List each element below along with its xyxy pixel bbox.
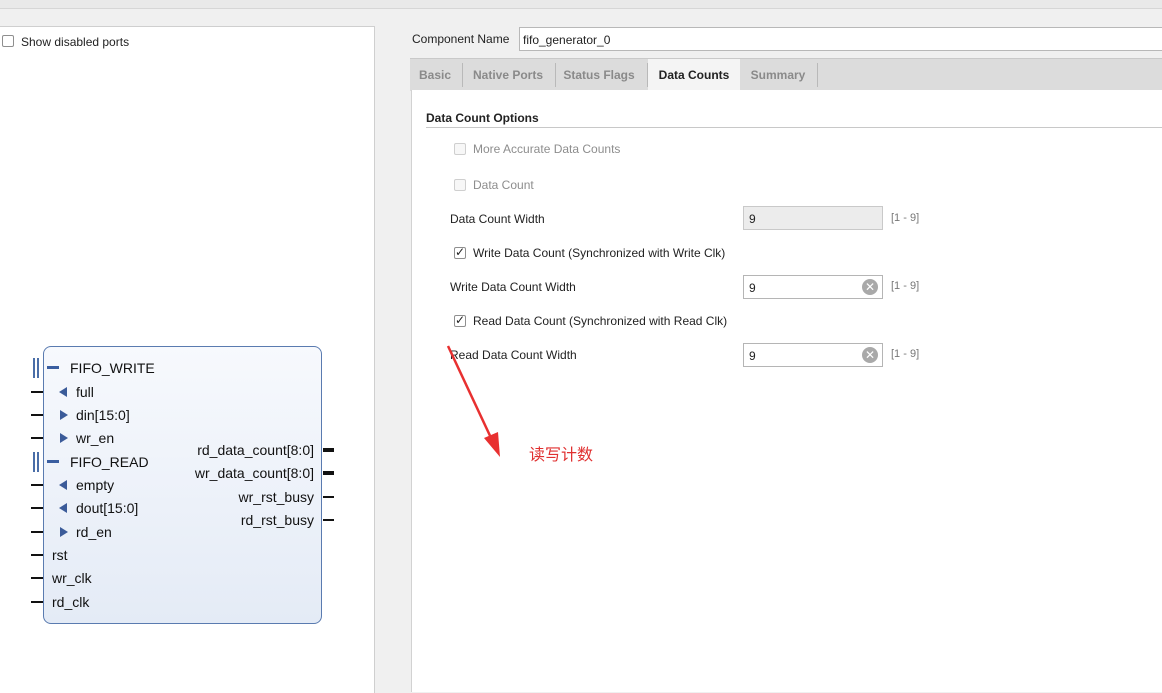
port-stub-rst <box>31 554 43 556</box>
fifo-read-bus-bar-2 <box>37 452 39 472</box>
port-stub-din <box>31 414 43 416</box>
output-arrow-icon <box>59 503 67 513</box>
port-stub-wr-rst-busy <box>323 496 334 498</box>
port-stub-rd-en <box>31 531 43 533</box>
fifo-read-bus-bar <box>33 452 35 472</box>
output-arrow-icon <box>59 480 67 490</box>
port-wr-rst-busy: wr_rst_busy <box>238 489 314 505</box>
annotation-text: 读写计数 <box>529 445 594 464</box>
port-empty: empty <box>76 477 115 493</box>
input-arrow-icon <box>60 527 68 537</box>
write-data-count-label: Write Data Count (Synchronized with Writ… <box>473 246 726 260</box>
input-arrow-icon <box>60 433 68 443</box>
data-count-checkbox[interactable] <box>454 179 466 191</box>
port-stub-rd-clk <box>31 601 43 603</box>
data-count-width-range: [1 - 9] <box>891 212 920 224</box>
port-rst: rst <box>52 547 68 563</box>
port-wr-data-count: wr_data_count[8:0] <box>194 465 314 481</box>
group-fifo-read: FIFO_READ <box>70 454 149 470</box>
clear-icon[interactable]: ✕ <box>862 347 878 363</box>
write-data-count-checkbox[interactable]: ✓ <box>454 245 466 259</box>
show-disabled-ports-label: Show disabled ports <box>21 35 130 49</box>
read-data-count-width-range: [1 - 9] <box>891 348 920 360</box>
tab-bar: Basic Native Ports Status Flags Data Cou… <box>410 58 1162 91</box>
port-rd-rst-busy: rd_rst_busy <box>240 512 314 528</box>
collapse-fifo-read-icon[interactable] <box>47 460 59 463</box>
port-din: din[15:0] <box>76 407 130 423</box>
group-fifo-write: FIFO_WRITE <box>70 360 155 376</box>
port-rd-en: rd_en <box>76 524 112 540</box>
input-arrow-icon <box>60 410 68 420</box>
tab-status-flags[interactable]: Status Flags <box>556 59 642 91</box>
fifo-write-bus-bar <box>33 358 35 378</box>
section-title: Data Count Options <box>426 111 539 125</box>
port-stub-wr-clk <box>31 577 43 579</box>
fifo-write-bus-bar-2 <box>37 358 39 378</box>
output-arrow-icon <box>59 387 67 397</box>
annotation-arrow-icon <box>446 345 500 457</box>
data-count-width-field[interactable]: 9 <box>743 206 883 230</box>
tab-basic[interactable]: Basic <box>410 59 460 91</box>
section-divider <box>426 127 1162 128</box>
tab-separator <box>817 63 818 87</box>
port-dout: dout[15:0] <box>76 500 139 516</box>
port-rd-data-count: rd_data_count[8:0] <box>197 442 314 458</box>
clear-icon[interactable]: ✕ <box>862 279 878 295</box>
read-data-count-label: Read Data Count (Synchronized with Read … <box>473 314 728 328</box>
port-stub-rd-data-count <box>323 448 334 452</box>
tab-data-counts[interactable]: Data Counts <box>648 59 740 91</box>
write-data-count-width-label: Write Data Count Width <box>450 280 576 294</box>
port-wr-clk: wr_clk <box>52 570 92 586</box>
more-accurate-data-counts-label: More Accurate Data Counts <box>473 142 621 156</box>
component-name-input[interactable]: fifo_generator_0 <box>519 27 1162 51</box>
port-full: full <box>76 384 94 400</box>
tab-summary[interactable]: Summary <box>740 59 816 91</box>
port-wr-en: wr_en <box>76 430 115 446</box>
port-stub-empty <box>31 484 43 486</box>
more-accurate-data-counts-checkbox[interactable] <box>454 143 466 155</box>
port-stub-rd-rst-busy <box>323 519 334 521</box>
checkmark-icon: ✓ <box>455 245 466 259</box>
write-data-count-width-range: [1 - 9] <box>891 280 920 292</box>
data-count-width-label: Data Count Width <box>450 212 545 226</box>
port-stub-dout <box>31 507 43 509</box>
port-stub-wr-en <box>31 437 43 439</box>
top-strip <box>0 0 1162 9</box>
collapse-fifo-write-icon[interactable] <box>47 366 59 369</box>
port-stub-full <box>31 391 43 393</box>
read-data-count-checkbox[interactable]: ✓ <box>454 313 466 327</box>
port-rd-clk: rd_clk <box>52 594 90 610</box>
data-count-label: Data Count <box>473 178 534 192</box>
component-name-label: Component Name <box>412 32 510 46</box>
tab-native-ports[interactable]: Native Ports <box>463 59 553 91</box>
checkmark-icon: ✓ <box>455 313 466 327</box>
port-stub-wr-data-count <box>323 471 334 475</box>
show-disabled-ports-checkbox[interactable] <box>2 35 14 47</box>
